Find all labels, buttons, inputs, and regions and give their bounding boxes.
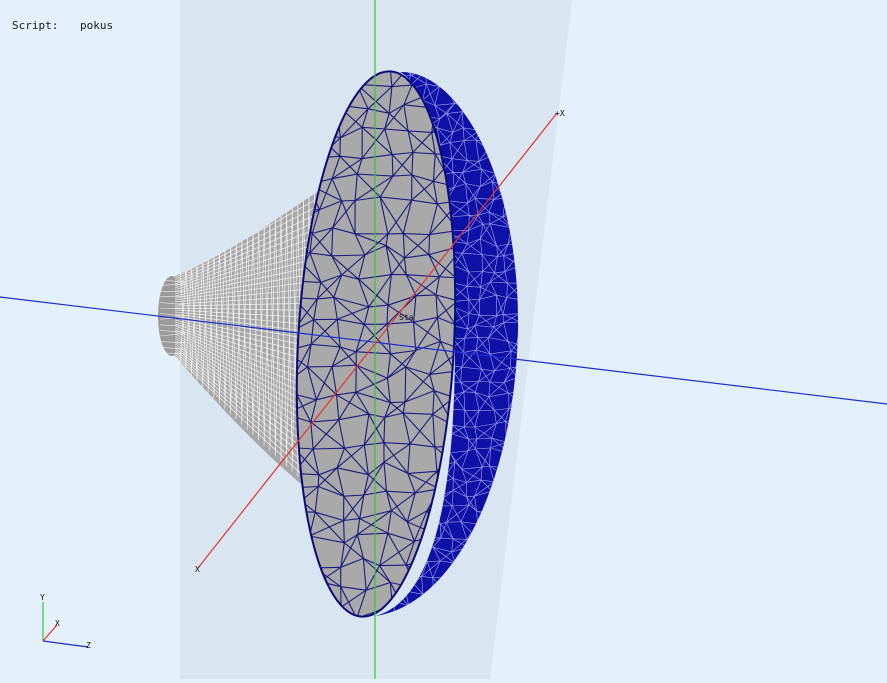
script-name: pokus: [80, 19, 113, 32]
triad-y-label: Y: [40, 593, 45, 602]
axis-x-end-label: +X: [555, 109, 565, 118]
center-label: Sta: [399, 313, 414, 322]
triad-z-label: Z: [86, 641, 91, 650]
scene-canvas[interactable]: +X X Sta Y X Z: [0, 0, 887, 679]
axis-x-start-label: X: [195, 565, 200, 574]
script-label: Script:: [12, 19, 58, 32]
orientation-triad: Y X Z: [40, 593, 91, 650]
3d-viewport[interactable]: +X X Sta Y X Z Script: pokus: [0, 0, 887, 679]
triad-x-label: X: [55, 619, 60, 628]
